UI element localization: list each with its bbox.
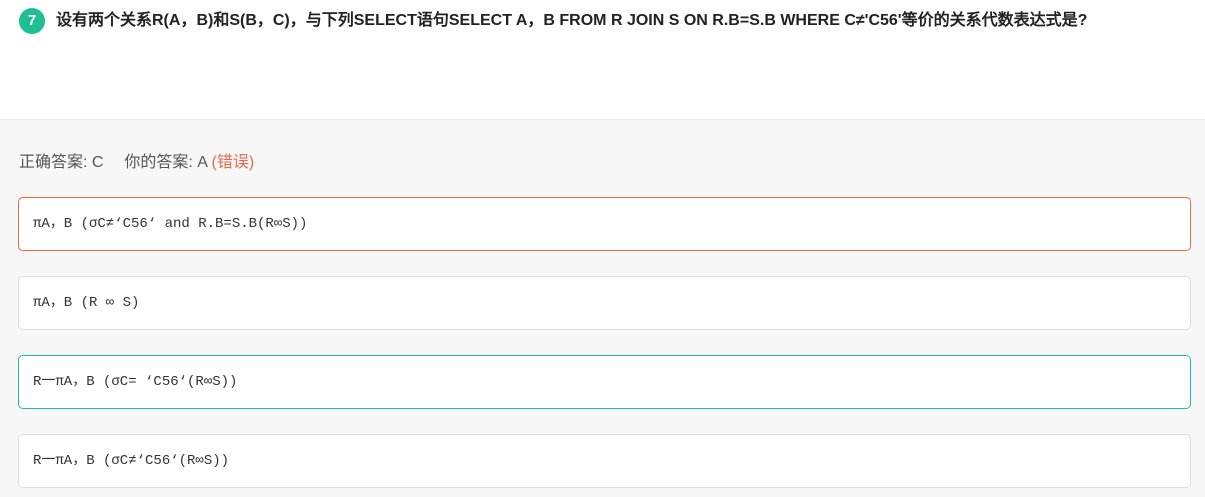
question-number-badge: 7 xyxy=(19,8,45,34)
correct-answer-value: C xyxy=(91,154,104,171)
answer-status: (错误) xyxy=(211,154,255,171)
your-answer-value: A xyxy=(197,154,208,171)
option-b[interactable]: πA，B (R ∞ S) xyxy=(18,276,1191,330)
answer-result-line: 正确答案: C 你的答案: A (错误) xyxy=(19,148,254,172)
correct-answer-label: 正确答案: xyxy=(19,154,88,171)
answer-area: 正确答案: C 你的答案: A (错误) πA，B (σC≠‘C56‘ and … xyxy=(0,120,1205,497)
option-a[interactable]: πA，B (σC≠‘C56‘ and R.B=S.B(R∞S)) xyxy=(18,197,1191,251)
question-header: 7 设有两个关系R(A，B)和S(B，C)，与下列SELECT语句SELECT … xyxy=(0,0,1205,120)
option-c[interactable]: R一πA，B (σC= ‘C56‘(R∞S)) xyxy=(18,355,1191,409)
your-answer-label: 你的答案: xyxy=(124,154,193,171)
option-d[interactable]: R一πA，B (σC≠‘C56‘(R∞S)) xyxy=(18,434,1191,488)
question-text: 设有两个关系R(A，B)和S(B，C)，与下列SELECT语句SELECT A，… xyxy=(56,12,1088,29)
